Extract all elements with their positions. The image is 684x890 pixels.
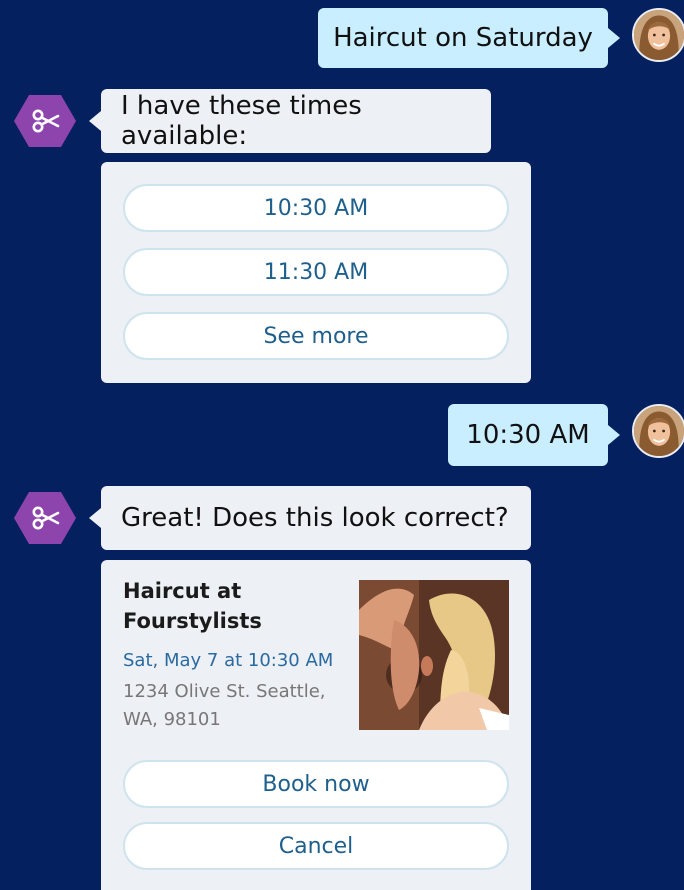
bot-message-bubble: Great! Does this look correct? [89,486,531,550]
cancel-button[interactable]: Cancel [123,822,509,870]
bot-message-text: I have these times available: [121,91,362,151]
user-photo-icon [634,406,684,456]
bot-message-bubble: I have these times available: [89,89,491,153]
user-message-text: Haircut on Saturday [333,23,593,53]
time-option-1130[interactable]: 11:30 AM [123,248,509,296]
user-message-text: 10:30 AM [466,420,590,450]
chat-screen: Haircut on Saturday I have these times a… [0,0,684,890]
user-message-bubble: Haircut on Saturday [318,8,620,68]
salon-photo-image [359,580,509,730]
time-options-card: 10:30 AM 11:30 AM See more [101,162,531,383]
booking-address: 1234 Olive St. Seattle, WA, 98101 [123,681,326,730]
booking-card: Haircut at Fourstylists Sat, May 7 at 10… [101,560,531,890]
user-message-bubble: 10:30 AM [448,404,620,466]
booking-title: Haircut at Fourstylists [123,579,262,633]
user-avatar [632,8,684,62]
bot-avatar [14,93,76,149]
salon-photo [359,580,509,730]
scissors-icon [14,95,76,147]
time-option-1030[interactable]: 10:30 AM [123,184,509,232]
book-now-button[interactable]: Book now [123,760,509,808]
scissors-icon [14,492,76,544]
see-more-button[interactable]: See more [123,312,509,360]
bot-message-text: Great! Does this look correct? [121,503,509,533]
user-photo-icon [634,10,684,60]
booking-datetime: Sat, May 7 at 10:30 AM [123,650,334,671]
bot-avatar [14,490,76,546]
user-avatar [632,404,684,458]
